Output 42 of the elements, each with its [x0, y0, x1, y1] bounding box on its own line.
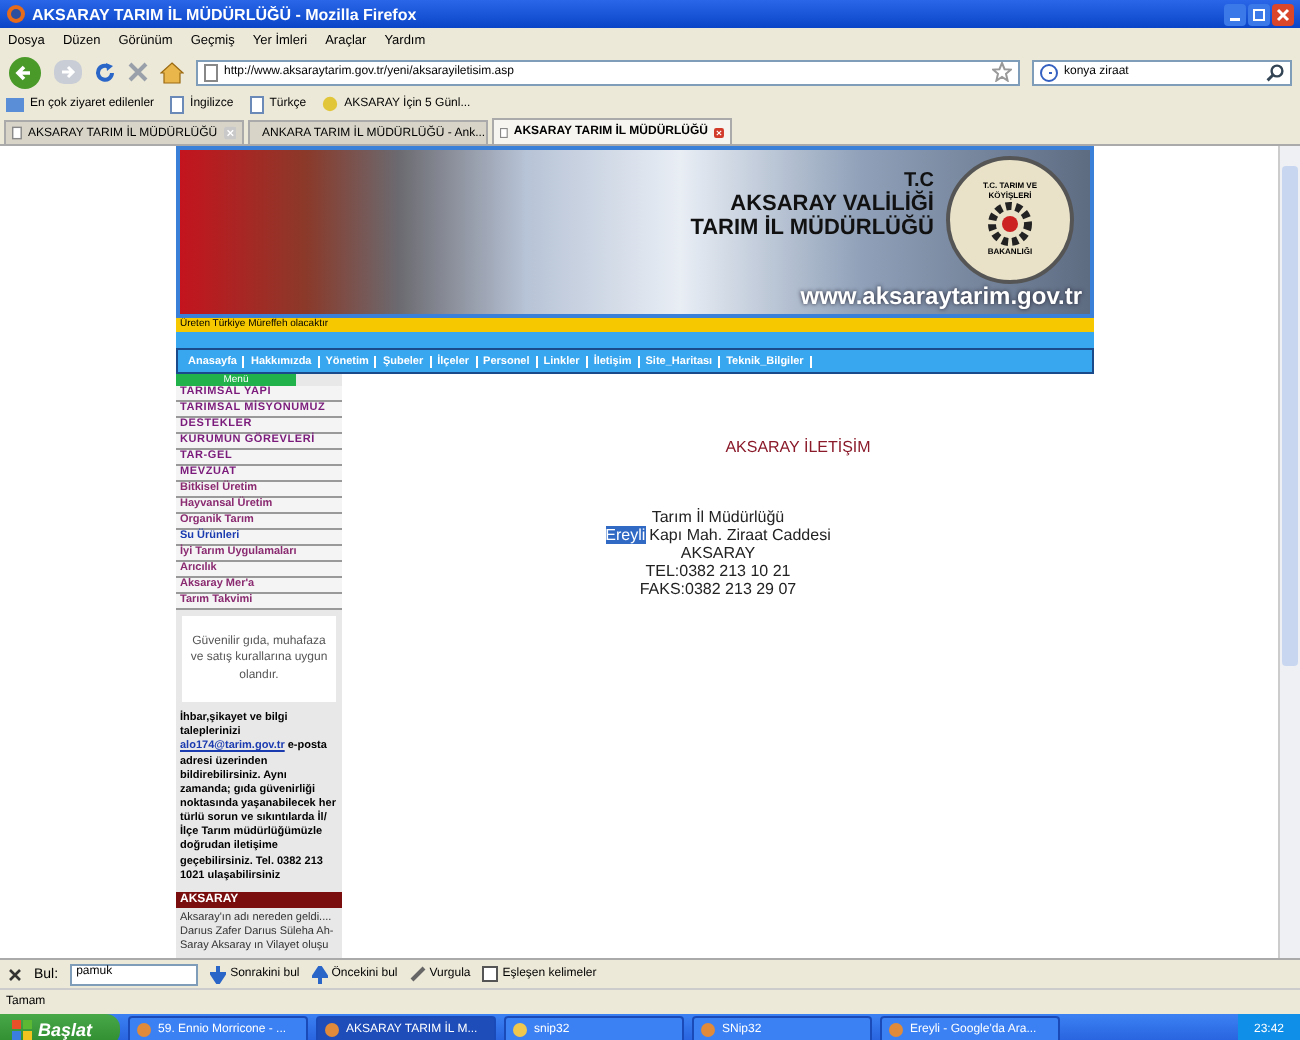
- app-icon: [512, 1022, 529, 1038]
- windows-logo-icon: [12, 1020, 32, 1040]
- page-heading: AKSARAY İLETİŞİM: [725, 438, 871, 456]
- app-icon: [136, 1022, 153, 1038]
- minimize-icon[interactable]: [1224, 3, 1246, 25]
- reload-icon[interactable]: [94, 61, 116, 83]
- app-icon: [324, 1022, 341, 1038]
- search-icon[interactable]: [1266, 63, 1284, 81]
- back-icon[interactable]: [8, 55, 42, 89]
- banner-heading: TARIM İL MÜDÜRLÜĞÜ: [690, 216, 934, 240]
- address-line: AKSARAY: [680, 544, 756, 562]
- selected-text: Ereyli: [605, 526, 646, 544]
- app-icon: [700, 1022, 717, 1038]
- browser-icon: [6, 4, 26, 24]
- web-address: www.aksaraytarim.gov.tr: [800, 282, 1082, 310]
- banner-heading: T.C: [904, 170, 934, 192]
- scrollbar[interactable]: [1278, 146, 1300, 958]
- page-icon: [12, 124, 22, 142]
- close-icon[interactable]: [1272, 3, 1294, 25]
- search-engine-icon[interactable]: [1040, 63, 1058, 81]
- start-button[interactable]: Başlat: [0, 1014, 121, 1040]
- folder-icon: [6, 96, 24, 112]
- page-icon: [170, 95, 185, 113]
- address-line: Kapı Mah. Ziraat Caddesi: [649, 526, 831, 544]
- address-line: Tarım İl Müdürlüğü: [651, 508, 785, 526]
- home-icon[interactable]: [160, 61, 184, 83]
- page-icon: [249, 95, 264, 113]
- star-icon[interactable]: [992, 62, 1012, 82]
- gear-icon: [988, 202, 1032, 247]
- maximize-icon[interactable]: [1248, 3, 1270, 25]
- window-title: AKSARAY TARIM İL MÜDÜRLÜĞÜ - Mozilla Firefox: [32, 5, 417, 23]
- app-icon: [888, 1022, 905, 1038]
- address-line: FAKS:0382 213 29 07: [639, 580, 797, 598]
- arrow-down-icon: [210, 965, 227, 983]
- close-icon[interactable]: [714, 123, 724, 141]
- banner-heading: AKSARAY VALİLİĞİ: [730, 192, 934, 216]
- highlighter-icon: [409, 966, 426, 982]
- page-icon: [204, 63, 218, 81]
- page-icon: [500, 123, 508, 141]
- close-icon[interactable]: [8, 967, 22, 981]
- arrow-up-icon: [311, 965, 328, 983]
- address-line: TEL:0382 213 10 21: [645, 562, 791, 580]
